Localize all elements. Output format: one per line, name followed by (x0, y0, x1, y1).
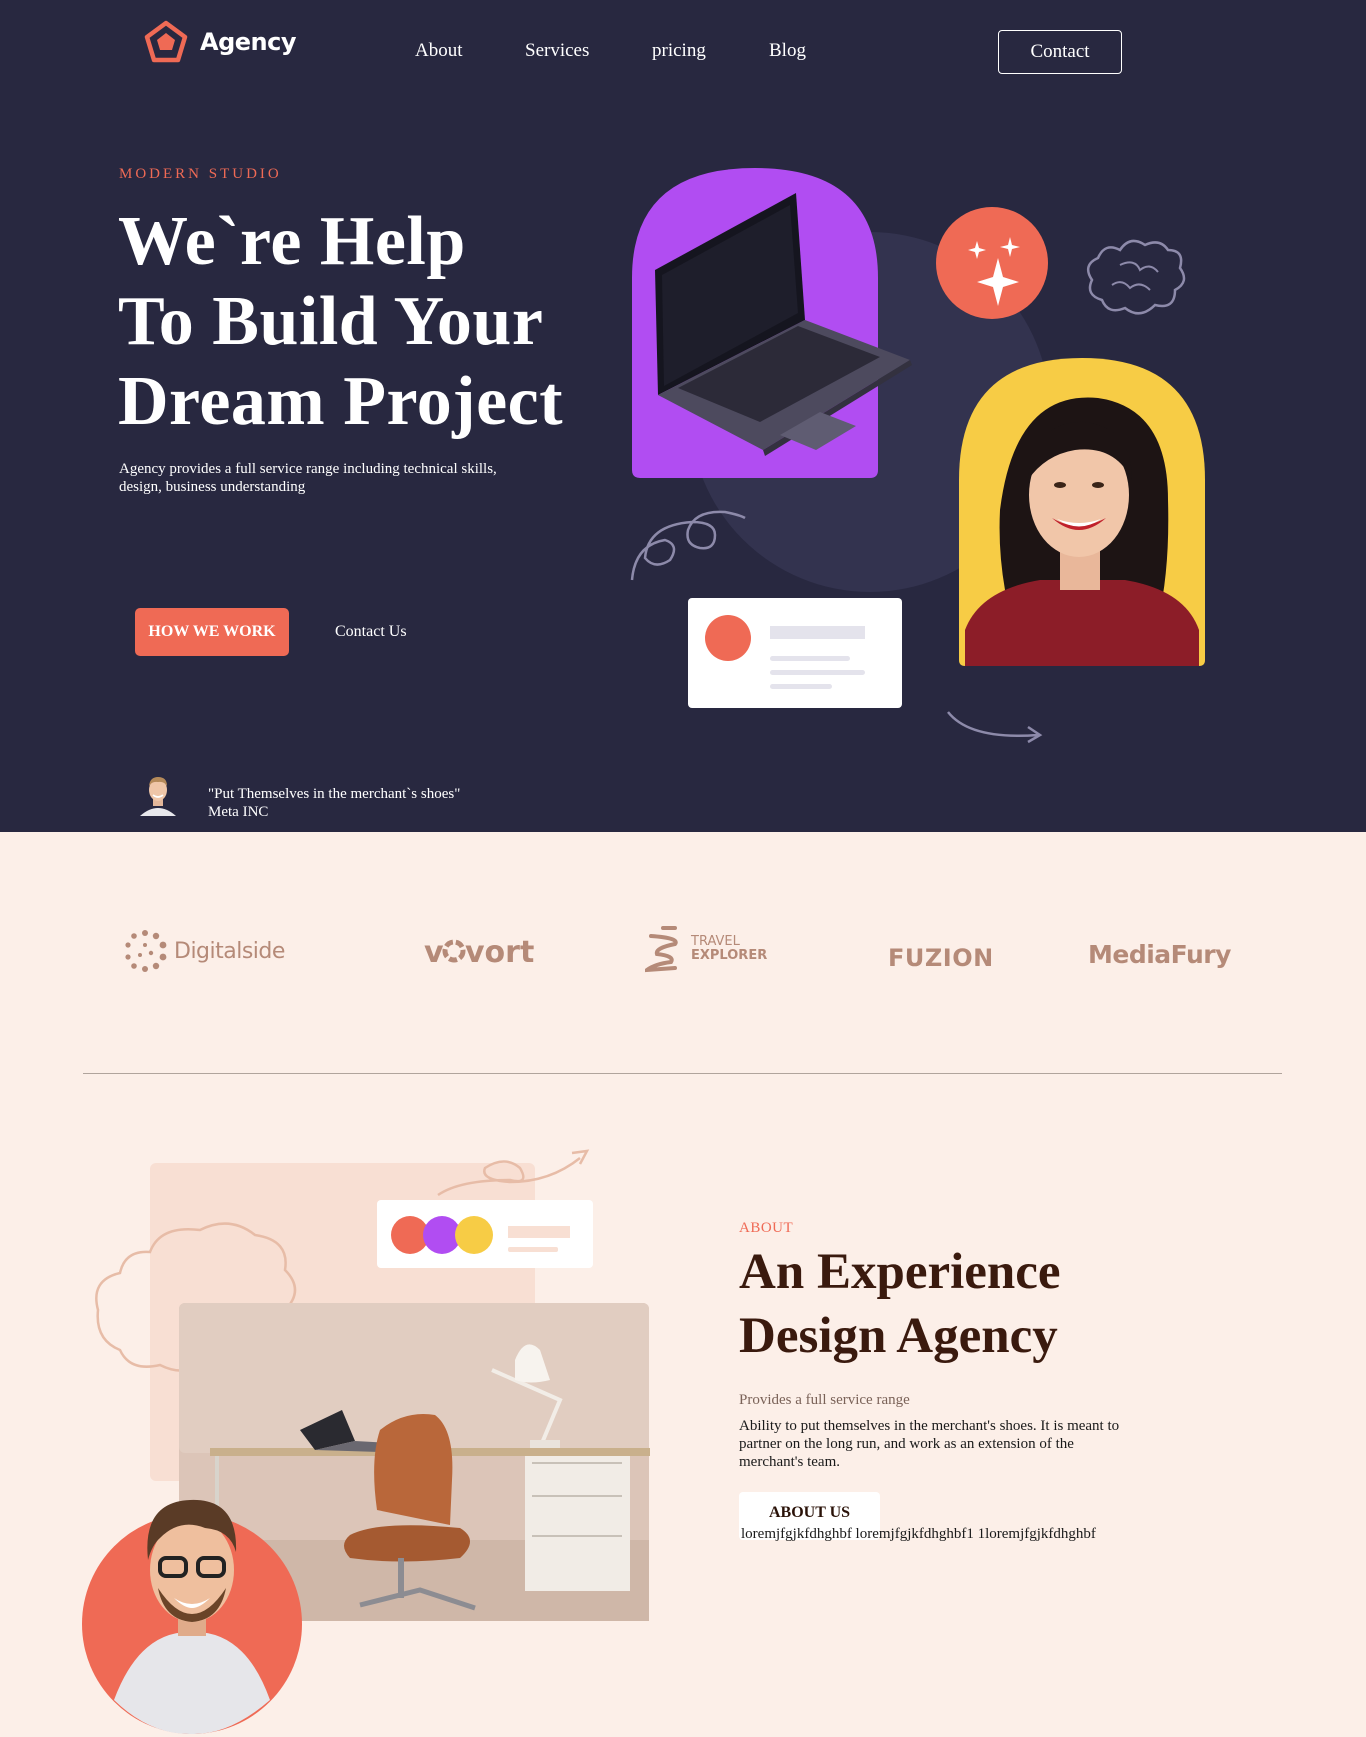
hero-description: Agency provides a full service range inc… (119, 461, 497, 495)
partner-logos: Digitalside v vortex TRAVEL EXPLORER FUZ… (0, 900, 1366, 980)
hero-title-line: We`re Help (118, 203, 466, 280)
contact-us-link[interactable]: Contact Us (335, 623, 407, 641)
hero-illustration (630, 168, 1205, 744)
cloud-doodle (1086, 239, 1186, 315)
testimonial-avatar (138, 772, 178, 816)
partner-logo-travel-explorer[interactable]: TRAVEL EXPLORER (645, 924, 767, 974)
testimonial: "Put Themselves in the merchant`s shoes"… (208, 785, 460, 821)
about-title: An Experience Design Agency (739, 1240, 1159, 1368)
section-divider (83, 1073, 1282, 1074)
arrow-doodle (947, 711, 1039, 737)
nav-pricing[interactable]: pricing (652, 40, 706, 62)
about-title-line: Design Agency (739, 1308, 1058, 1364)
about-body: Ability to put themselves in the merchan… (739, 1418, 1120, 1470)
nav-blog[interactable]: Blog (769, 40, 806, 62)
pentagon-logo-icon (144, 20, 188, 63)
ribbon-icon (645, 926, 678, 973)
partner-logo-fuzion[interactable]: FUZION (888, 944, 994, 972)
sparkle-circle (936, 207, 1048, 319)
partner-logo-mediafury[interactable]: MediaFury (1088, 940, 1231, 969)
partner-logo-digitalside[interactable]: Digitalside (122, 928, 285, 974)
partner-logo-vortex[interactable]: v vortex (424, 930, 574, 974)
partner-name: TRAVEL EXPLORER (691, 935, 767, 963)
svg-text:v: v (424, 935, 444, 970)
brand-name: Agency (200, 28, 297, 56)
nav-services[interactable]: Services (525, 40, 589, 62)
partner-name: vortex (465, 935, 534, 970)
how-we-work-button[interactable]: HOW WE WORK (135, 608, 289, 656)
vortex-icon: v vortex (424, 935, 574, 970)
hero-section: Agency About Services pricing Blog Conta… (0, 0, 1366, 832)
partner-name-line: EXPLORER (691, 948, 768, 963)
nav-about[interactable]: About (415, 40, 463, 62)
partner-name: Digitalside (174, 938, 285, 964)
about-eyebrow: ABOUT (739, 1220, 794, 1236)
hero-title: We`re Help To Build Your Dream Project (118, 202, 678, 442)
about-subtitle: Provides a full service range (739, 1392, 910, 1408)
dotted-circle-icon (125, 930, 167, 972)
hero-eyebrow: MODERN STUDIO (119, 166, 282, 182)
testimonial-author: Meta INC (208, 804, 269, 820)
filler-text: loremjfgjkfdhghbf loremjfgjkfdhghbf1 1lo… (741, 1526, 1096, 1542)
testimonial-quote: "Put Themselves in the merchant`s shoes" (208, 786, 461, 802)
about-title-line: An Experience (739, 1244, 1061, 1300)
hero-title-line: To Build Your (118, 283, 544, 360)
contact-button[interactable]: Contact (998, 30, 1122, 74)
brand-logo[interactable]: Agency (144, 20, 297, 64)
about-illustration (82, 1149, 650, 1735)
partner-name-line: TRAVEL (691, 934, 740, 949)
hero-title-line: Dream Project (118, 363, 564, 440)
